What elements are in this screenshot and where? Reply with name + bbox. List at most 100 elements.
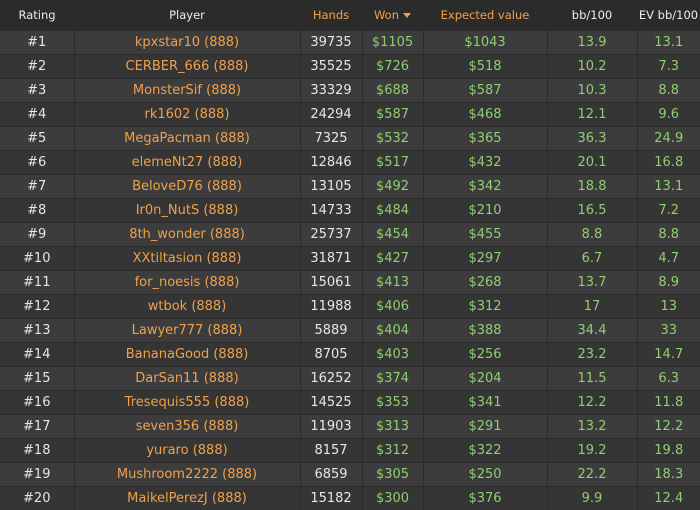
rank-cell: #9 <box>0 222 75 247</box>
bb100-cell: 13.9 <box>547 30 638 55</box>
hands-cell: 14733 <box>300 198 363 223</box>
bb100-cell: 17 <box>547 294 638 319</box>
player-link[interactable]: BananaGood (888) <box>74 342 301 367</box>
won-cell: $403 <box>362 342 424 367</box>
rank-cell: #18 <box>0 438 75 463</box>
player-link[interactable]: Tresequis555 (888) <box>74 390 301 415</box>
expected-value-cell: $256 <box>423 342 548 367</box>
player-link[interactable]: MaikelPerezJ (888) <box>74 486 301 510</box>
ev-bb100-cell: 13.1 <box>637 174 700 199</box>
bb100-cell: 12.2 <box>547 390 638 415</box>
won-cell: $688 <box>362 78 424 103</box>
hands-cell: 31871 <box>300 246 363 271</box>
player-link[interactable]: MegaPacman (888) <box>74 126 301 151</box>
header-ev-bb100[interactable]: EV bb/100 <box>637 0 700 31</box>
expected-value-cell: $322 <box>423 438 548 463</box>
hands-cell: 5889 <box>300 318 363 343</box>
caret-down-icon <box>403 13 412 18</box>
table-row: #16 Tresequis555 (888) 14525 $353 $341 12.2 11… <box>0 390 700 415</box>
leaderboard-table: Rating Player Hands Won Expected value b… <box>0 0 700 510</box>
won-cell: $517 <box>362 150 424 175</box>
rank-cell: #2 <box>0 54 75 79</box>
won-cell: $313 <box>362 414 424 439</box>
player-link[interactable]: Mushroom2222 (888) <box>74 462 301 487</box>
table-row: #15 DarSan11 (888) 16252 $374 $204 11.5 6.3 <box>0 366 700 391</box>
ev-bb100-cell: 9.6 <box>637 102 700 127</box>
won-cell: $305 <box>362 462 424 487</box>
player-link[interactable]: CERBER_666 (888) <box>74 54 301 79</box>
expected-value-cell: $365 <box>423 126 548 151</box>
header-won[interactable]: Won <box>362 0 423 31</box>
table-row: #13 Lawyer777 (888) 5889 $404 $388 34.4 33 <box>0 318 700 343</box>
hands-cell: 8705 <box>300 342 363 367</box>
rank-cell: #4 <box>0 102 75 127</box>
ev-bb100-cell: 12.4 <box>637 486 700 510</box>
won-cell: $1105 <box>362 30 424 55</box>
bb100-cell: 22.2 <box>547 462 638 487</box>
player-link[interactable]: for_noesis (888) <box>74 270 301 295</box>
table-row: #2 CERBER_666 (888) 35525 $726 $518 10.2 7.3 <box>0 54 700 79</box>
won-cell: $587 <box>362 102 424 127</box>
header-hands[interactable]: Hands <box>300 0 362 31</box>
expected-value-cell: $268 <box>423 270 548 295</box>
won-cell: $484 <box>362 198 424 223</box>
rank-cell: #1 <box>0 30 75 55</box>
hands-cell: 14525 <box>300 390 363 415</box>
rank-cell: #15 <box>0 366 75 391</box>
player-link[interactable]: elemeNt27 (888) <box>74 150 301 175</box>
bb100-cell: 18.8 <box>547 174 638 199</box>
ev-bb100-cell: 7.2 <box>637 198 700 223</box>
player-link[interactable]: XXtiltasion (888) <box>74 246 301 271</box>
hands-cell: 8157 <box>300 438 363 463</box>
bb100-cell: 11.5 <box>547 366 638 391</box>
bb100-cell: 10.3 <box>547 78 638 103</box>
hands-cell: 12846 <box>300 150 363 175</box>
hands-cell: 7325 <box>300 126 363 151</box>
player-link[interactable]: BeloveD76 (888) <box>74 174 301 199</box>
rank-cell: #13 <box>0 318 75 343</box>
bb100-cell: 9.9 <box>547 486 638 510</box>
rank-cell: #10 <box>0 246 75 271</box>
player-link[interactable]: MonsterSif (888) <box>74 78 301 103</box>
ev-bb100-cell: 13 <box>637 294 700 319</box>
player-link[interactable]: yuraro (888) <box>74 438 301 463</box>
expected-value-cell: $297 <box>423 246 548 271</box>
ev-bb100-cell: 4.7 <box>637 246 700 271</box>
hands-cell: 6859 <box>300 462 363 487</box>
bb100-cell: 13.2 <box>547 414 638 439</box>
header-rating[interactable]: Rating <box>0 0 74 31</box>
table-row: #14 BananaGood (888) 8705 $403 $256 23.2 14.7 <box>0 342 700 367</box>
expected-value-cell: $468 <box>423 102 548 127</box>
bb100-cell: 16.5 <box>547 198 638 223</box>
table-row: #5 MegaPacman (888) 7325 $532 $365 36.3 24.9 <box>0 126 700 151</box>
won-cell: $726 <box>362 54 424 79</box>
rank-cell: #8 <box>0 198 75 223</box>
player-link[interactable]: 8th_wonder (888) <box>74 222 301 247</box>
rank-cell: #20 <box>0 486 75 510</box>
table-row: #8 Ir0n_NutS (888) 14733 $484 $210 16.5 7.2 <box>0 198 700 223</box>
ev-bb100-cell: 12.2 <box>637 414 700 439</box>
won-cell: $353 <box>362 390 424 415</box>
expected-value-cell: $312 <box>423 294 548 319</box>
header-player[interactable]: Player <box>74 0 300 31</box>
player-link[interactable]: rk1602 (888) <box>74 102 301 127</box>
ev-bb100-cell: 11.8 <box>637 390 700 415</box>
won-cell: $532 <box>362 126 424 151</box>
won-cell: $406 <box>362 294 424 319</box>
player-link[interactable]: Ir0n_NutS (888) <box>74 198 301 223</box>
player-link[interactable]: wtbok (888) <box>74 294 301 319</box>
table-row: #10 XXtiltasion (888) 31871 $427 $297 6.7 4.7 <box>0 246 700 271</box>
player-link[interactable]: DarSan11 (888) <box>74 366 301 391</box>
player-link[interactable]: seven356 (888) <box>74 414 301 439</box>
bb100-cell: 13.7 <box>547 270 638 295</box>
player-link[interactable]: kpxstar10 (888) <box>74 30 301 55</box>
header-bb100[interactable]: bb/100 <box>547 0 637 31</box>
ev-bb100-cell: 18.3 <box>637 462 700 487</box>
bb100-cell: 12.1 <box>547 102 638 127</box>
hands-cell: 16252 <box>300 366 363 391</box>
header-expected-value[interactable]: Expected value <box>423 0 547 31</box>
rank-cell: #3 <box>0 78 75 103</box>
expected-value-cell: $518 <box>423 54 548 79</box>
expected-value-cell: $388 <box>423 318 548 343</box>
player-link[interactable]: Lawyer777 (888) <box>74 318 301 343</box>
